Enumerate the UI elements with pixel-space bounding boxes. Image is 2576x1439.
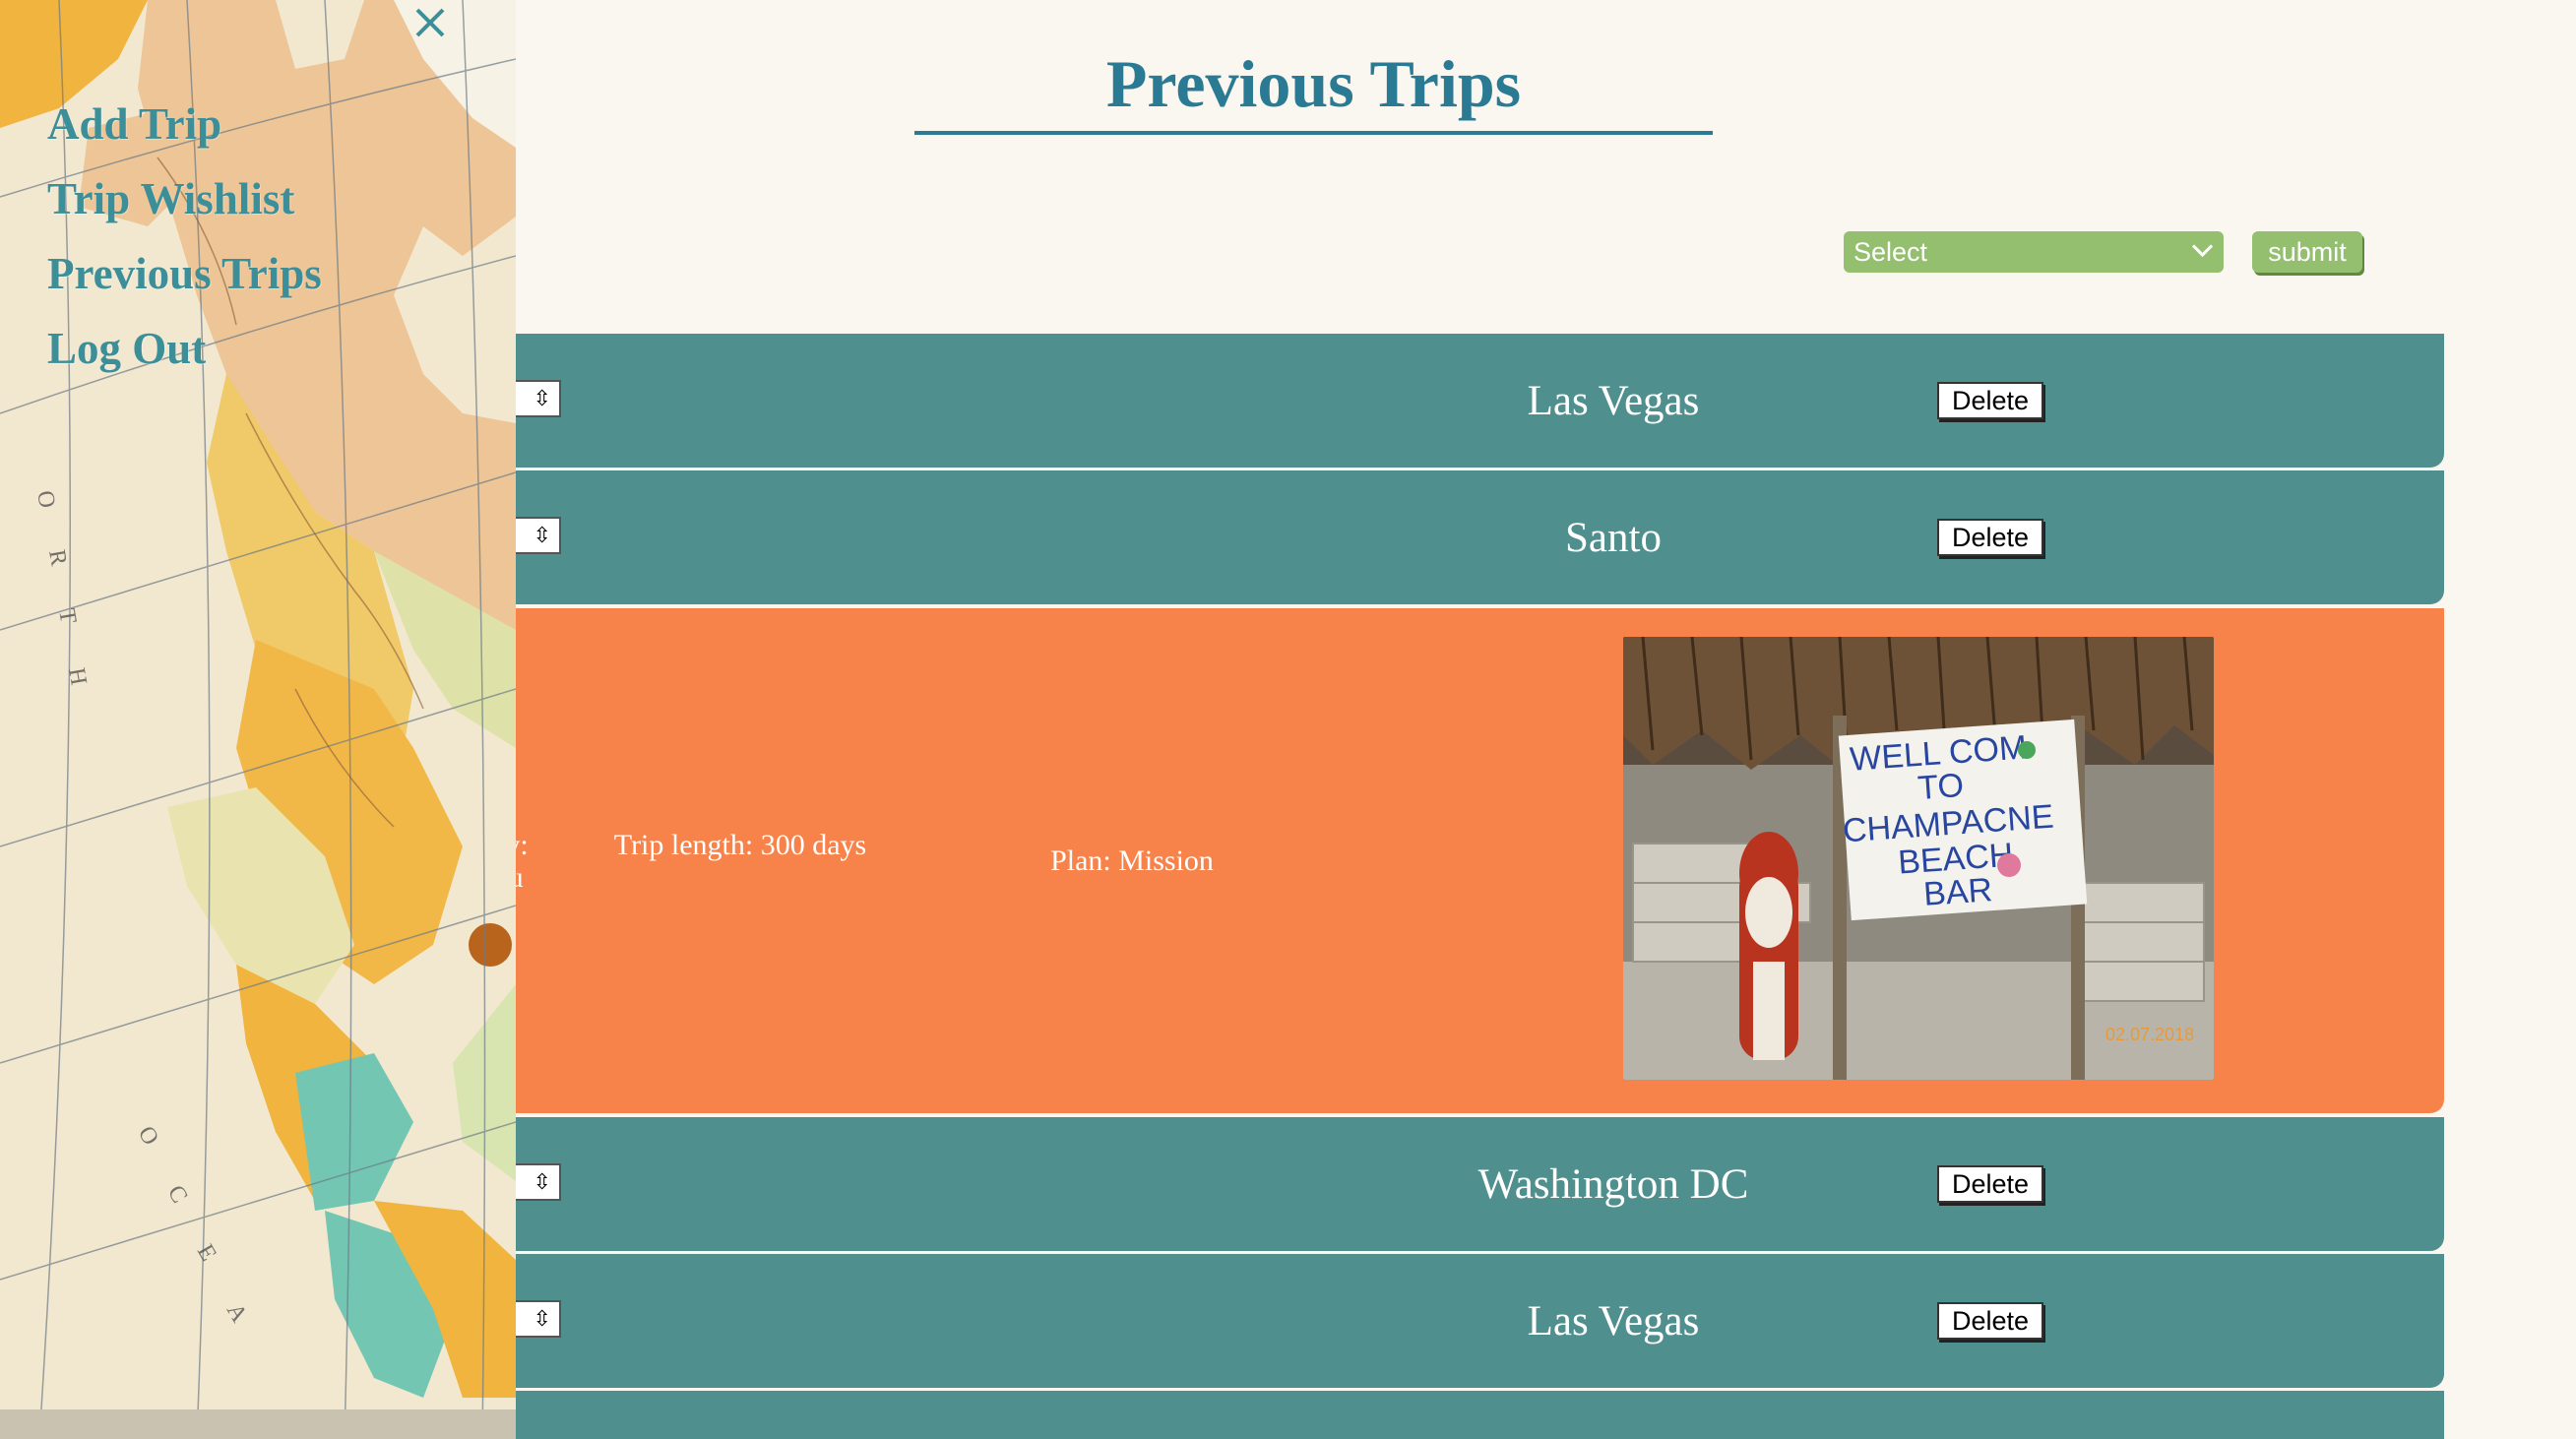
trip-name: Las Vegas — [1527, 1297, 1700, 1345]
submit-button[interactable]: submit — [2252, 231, 2362, 273]
chevron-down-icon — [2191, 235, 2214, 258]
sidebar-item-trip-wishlist[interactable]: Trip Wishlist — [47, 173, 294, 224]
delete-button[interactable]: Delete — [1937, 382, 2043, 419]
trip-row[interactable]: ⇳ Washington DC Delete — [413, 1117, 2444, 1251]
plan-field: Plan: Mission — [1050, 845, 1214, 877]
delete-button[interactable]: Delete — [1937, 1165, 2043, 1203]
page-title: Previous Trips — [1105, 46, 1522, 121]
trip-photo-image: WELL COM TO CHAMPACNE BEACH BAR 02.07.20… — [1623, 637, 2214, 1080]
sidebar-nav: O R T H O C E A Add Trip Trip Wishlist P… — [0, 0, 516, 1439]
trip-row[interactable]: ⇳ Las Vegas Delete — [413, 1254, 2444, 1388]
delete-button[interactable]: Delete — [1937, 1302, 2043, 1340]
photo-sign-line: BAR — [1922, 871, 1993, 913]
trip-row[interactable]: ⇳ Santo Delete — [413, 470, 2444, 604]
close-icon[interactable] — [413, 6, 447, 39]
trip-name: Santo — [1565, 514, 1662, 561]
trip-row[interactable] — [413, 1391, 2444, 1439]
trip-length-field: Trip length: 300 days — [613, 829, 867, 861]
delete-button[interactable]: Delete — [1937, 519, 2043, 556]
trip-name: Washington DC — [1477, 1160, 1749, 1208]
photo-date-stamp: 02.07.2018 — [2105, 1025, 2194, 1044]
trip-row[interactable]: ⇳ Las Vegas Delete — [413, 334, 2444, 468]
sidebar-item-add-trip[interactable]: Add Trip — [47, 98, 221, 150]
photo-sign-line: TO — [1916, 767, 1965, 807]
title-underline — [914, 131, 1713, 135]
filter-select-value: Select — [1853, 236, 1928, 267]
sidebar-item-previous-trips[interactable]: Previous Trips — [47, 248, 322, 299]
trip-photo: WELL COM TO CHAMPACNE BEACH BAR 02.07.20… — [1623, 637, 2214, 1080]
sidebar-item-log-out[interactable]: Log Out — [47, 323, 206, 374]
trip-detail-panel: ntry: uatu Trip length: 300 days Plan: M… — [413, 608, 2444, 1113]
trip-filter-select[interactable]: Select — [1844, 231, 2224, 273]
trip-name: Las Vegas — [1527, 377, 1700, 424]
